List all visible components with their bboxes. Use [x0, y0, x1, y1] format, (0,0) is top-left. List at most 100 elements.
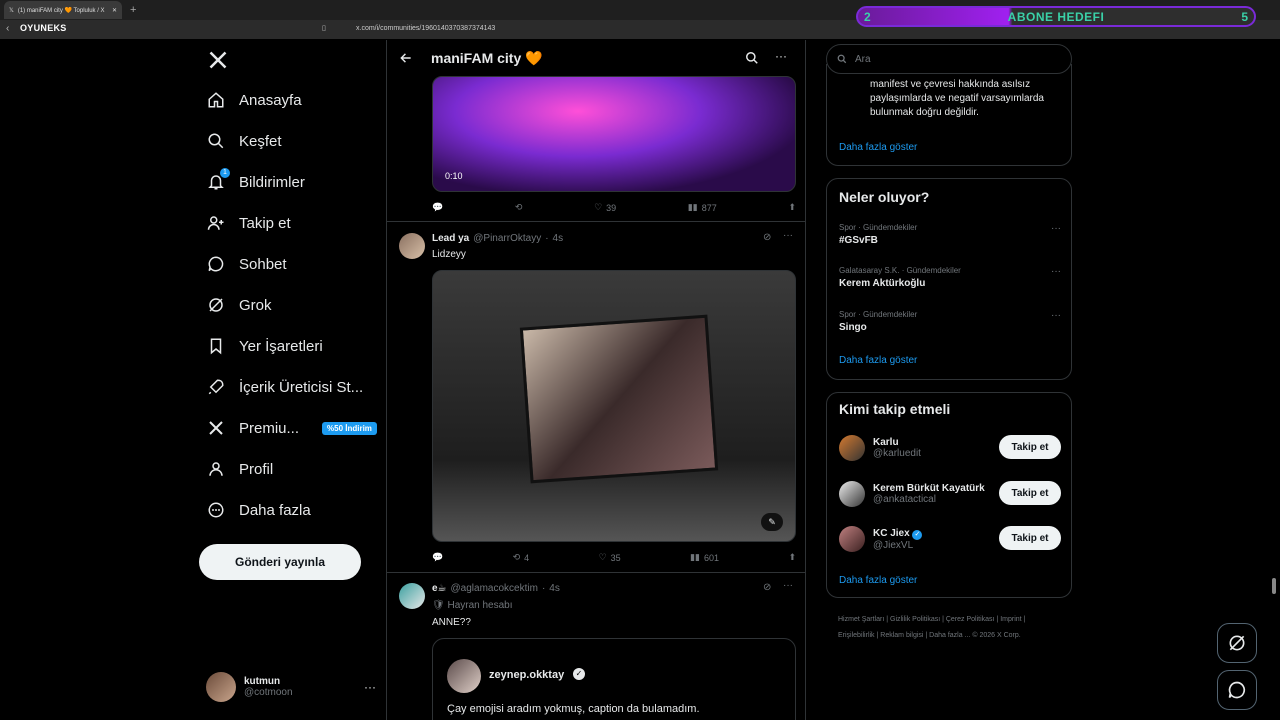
more-icon[interactable]: ···: [775, 49, 787, 63]
tweet-image[interactable]: ✎: [432, 270, 796, 542]
video-player[interactable]: 0:10: [432, 76, 796, 192]
tweet-author-handle[interactable]: @PinarrOktayy: [473, 233, 541, 244]
grok-fab[interactable]: [1217, 623, 1257, 663]
retweet-icon[interactable]: ⟲: [515, 202, 523, 213]
retweet-button[interactable]: ⟲ 4: [513, 552, 530, 563]
divider: [387, 221, 805, 222]
nav-notifications[interactable]: 1 Bildirimler: [206, 168, 305, 192]
views-button[interactable]: ▮▮ 877: [688, 202, 717, 213]
trends-card: Neler oluyor? Spor · Gündemdekiler #GSvF…: [826, 178, 1072, 380]
user-icon: [206, 459, 226, 479]
close-icon[interactable]: ✕: [112, 7, 117, 14]
like-count: 35: [610, 552, 621, 563]
messages-fab[interactable]: [1217, 670, 1257, 710]
nav-label: Daha fazla: [239, 501, 311, 519]
search-icon[interactable]: [745, 51, 759, 65]
avatar[interactable]: [399, 233, 425, 259]
like-button[interactable]: ♡ 35: [599, 552, 621, 563]
suggested-user[interactable]: Karlu @karluedit Takip et: [839, 431, 1061, 465]
overlay-right-count: 5: [1241, 9, 1248, 24]
tweet-time[interactable]: 4s: [549, 583, 560, 594]
tweet-header: Lead ya @PinarrOktayy · 4s: [432, 233, 564, 244]
like-count: 39: [606, 202, 617, 213]
nav-explore[interactable]: Keşfet: [206, 131, 282, 151]
add-user-icon: [206, 213, 226, 233]
nav-more[interactable]: Daha fazla: [206, 500, 311, 520]
nav-bookmarks[interactable]: Yer İşaretleri: [206, 336, 323, 356]
reply-icon[interactable]: 💬: [432, 552, 443, 563]
new-tab-icon[interactable]: +: [130, 4, 136, 16]
like-button[interactable]: ♡ 39: [594, 202, 616, 213]
nav-follow[interactable]: Takip et: [206, 213, 291, 233]
post-button[interactable]: Gönderi yayınla: [199, 544, 361, 580]
grok-icon[interactable]: ⊘: [763, 582, 771, 593]
tweet-time[interactable]: 4s: [553, 233, 564, 244]
rocket-icon: [206, 377, 226, 397]
image-edit-icon[interactable]: ✎: [761, 513, 783, 531]
more-icon[interactable]: ···: [1051, 266, 1061, 277]
back-arrow-icon[interactable]: [399, 51, 413, 65]
reply-icon[interactable]: 💬: [432, 202, 443, 213]
more-icon[interactable]: ···: [783, 230, 793, 241]
avatar: [839, 435, 865, 461]
avatar: [839, 526, 865, 552]
nav-grok[interactable]: Grok: [206, 295, 272, 315]
nav-premium[interactable]: Premiu... %50 İndirim: [206, 418, 377, 438]
who-to-follow-title: Kimi takip etmeli: [839, 401, 951, 417]
follow-button[interactable]: Takip et: [999, 481, 1061, 505]
browser-tab[interactable]: 𝕏 (1) maniFAM city 🧡 Topluluk / X ✕: [4, 1, 122, 19]
account-handle: @cotmoon: [244, 687, 293, 698]
avatar[interactable]: [399, 583, 425, 609]
more-icon[interactable]: ···: [1051, 223, 1061, 234]
x-logo-icon[interactable]: [208, 50, 228, 70]
address-bar[interactable]: x.com/i/communities/1960140370387374143: [356, 25, 495, 32]
tweet-author-name[interactable]: Lead ya: [432, 233, 469, 244]
show-more-link[interactable]: Daha fazla göster: [839, 575, 917, 586]
show-more-link[interactable]: Daha fazla göster: [839, 142, 917, 153]
search-icon: [206, 131, 226, 151]
scrollbar-thumb[interactable]: [1272, 578, 1276, 594]
views-button[interactable]: ▮▮ 601: [690, 552, 719, 563]
more-icon[interactable]: ···: [783, 580, 793, 591]
suggested-user[interactable]: KC Jiex ✓ @JiexVL Takip et: [839, 522, 1061, 556]
trend-item[interactable]: Galatasaray S.K. · Gündemdekiler Kerem A…: [839, 266, 1061, 289]
who-to-follow-card: Kimi takip etmeli Karlu @karluedit Takip …: [826, 392, 1072, 598]
bell-icon: 1: [206, 168, 230, 192]
share-icon[interactable]: ⬆: [788, 202, 796, 213]
footer-links[interactable]: Hizmet Şartları | Gizlilik Politikası | …: [838, 612, 1058, 644]
back-icon[interactable]: ‹: [6, 23, 9, 34]
grok-icon: [206, 295, 226, 315]
rule-text: manifest ve çevresi hakkında asılsız pay…: [870, 79, 1044, 118]
suggested-user[interactable]: Kerem Bürküt Kayatürk @ankatactical Takip…: [839, 477, 1061, 511]
suggested-name: Kerem Bürküt Kayatürk: [873, 483, 985, 494]
tweet-author-name[interactable]: e☕: [432, 583, 447, 594]
grok-icon[interactable]: ⊘: [763, 232, 771, 243]
follow-button[interactable]: Takip et: [999, 526, 1061, 550]
more-icon[interactable]: ···: [1051, 310, 1061, 321]
tab-title: (1) maniFAM city 🧡 Topluluk / X: [17, 7, 105, 14]
share-icon[interactable]: ⬆: [788, 552, 796, 563]
nav-profile[interactable]: Profil: [206, 459, 273, 479]
more-icon[interactable]: ···: [364, 680, 376, 694]
trend-title: Kerem Aktürkoğlu: [839, 278, 926, 289]
bookmark-icon[interactable]: ▯: [322, 24, 326, 32]
fan-account-badge: 🛡 Hayran hesabı: [432, 600, 513, 611]
nav-creator-studio[interactable]: İçerik Üreticisi St...: [206, 377, 363, 397]
nav-label: Sohbet: [239, 255, 287, 273]
view-count: 877: [701, 202, 717, 213]
trend-item[interactable]: Spor · Gündemdekiler #GSvFB ···: [839, 223, 1061, 246]
show-more-link[interactable]: Daha fazla göster: [839, 355, 917, 366]
x-logo-icon: [206, 418, 226, 438]
left-sidebar: Anasayfa Keşfet 1 Bildirimler Takip et S…: [198, 40, 386, 720]
tweet-author-handle[interactable]: @aglamacokcektim: [451, 583, 538, 594]
nav-label: Takip et: [239, 214, 291, 232]
nav-home[interactable]: Anasayfa: [206, 90, 302, 110]
quoted-post[interactable]: zeynep.okktay ✓ Çay emojisi aradım yokmu…: [432, 638, 796, 720]
trend-item[interactable]: Spor · Gündemdekiler Singo ···: [839, 310, 1061, 333]
community-header: maniFAM city 🧡 ···: [387, 40, 805, 76]
follow-button[interactable]: Takip et: [999, 435, 1061, 459]
account-switcher[interactable]: kutmun @cotmoon ···: [206, 672, 376, 702]
trend-context: Galatasaray S.K. · Gündemdekiler: [839, 266, 961, 275]
search-placeholder: Ara: [855, 53, 871, 65]
nav-chat[interactable]: Sohbet: [206, 254, 287, 274]
